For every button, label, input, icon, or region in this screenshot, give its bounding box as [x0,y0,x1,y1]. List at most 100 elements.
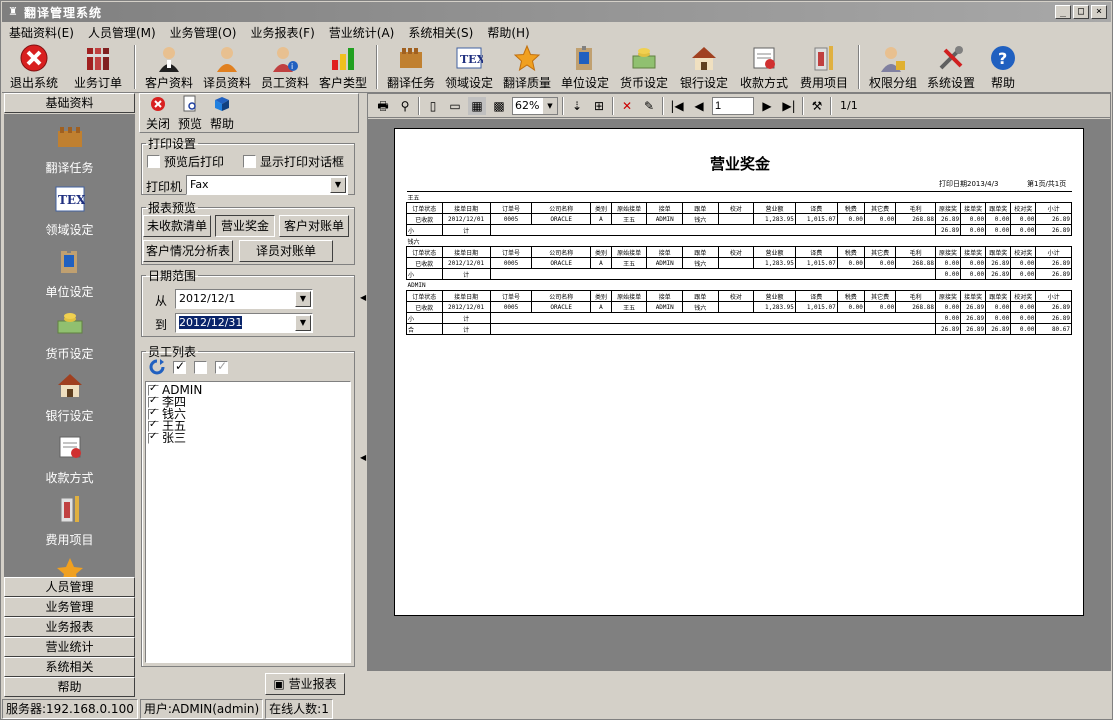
select-all-checkbox[interactable] [173,359,186,374]
employee-item[interactable]: 张三 [148,431,348,444]
show-print-dialog-checkbox[interactable]: 显示打印对话框 [243,153,344,170]
report-cell: 26.89 [1035,301,1072,313]
outline-icon[interactable]: ⇣ [568,97,586,115]
maximize-button[interactable]: □ [1073,5,1089,19]
bank-button[interactable]: 银行设定 [674,43,734,91]
report-cell: 1,015.07 [794,257,838,269]
nav-section-personnel[interactable]: 人员管理 [4,577,135,597]
report-print-date: 打印日期2013/4/3 [939,180,999,188]
unpaid-list-button[interactable]: 未收款清单 [143,215,211,237]
close-button[interactable]: 关闭 [144,94,172,132]
collapse-left-icon[interactable]: ◀ [360,293,366,302]
customer-statement-button[interactable]: 客户对账单 [279,215,349,237]
customer-analysis-button[interactable]: 客户情况分析表 [143,240,233,262]
collapse-left-icon[interactable]: ◀ [360,453,366,462]
multi-pages-icon[interactable]: ▩ [490,97,508,115]
report-cell: 26.89 [960,323,987,335]
zoom-value: 62% [515,98,540,112]
tab-sales-report[interactable]: ▣ 营业报表 [265,673,345,695]
one-page-icon[interactable]: ▯ [424,97,442,115]
from-date-picker[interactable]: 2012/12/1 ▼ [175,289,313,309]
menu-system[interactable]: 系统相关(S) [401,23,480,43]
menu-statistics[interactable]: 营业统计(A) [322,23,402,43]
nav-header-basic[interactable]: 基础资料 [4,93,135,113]
settings-button[interactable]: 系统设置 [922,43,980,91]
employee-list: ADMIN 李四 钱六 王五 张三 [145,381,351,663]
invert-selection-checkbox[interactable] [215,359,228,374]
customer-button[interactable]: 客户资料 [140,43,198,91]
order-button[interactable]: 业务订单 [66,43,130,91]
sales-bonus-button[interactable]: 营业奖金 [215,215,275,237]
design-icon[interactable]: ⚒ [808,97,826,115]
preview-button[interactable]: 预览 [176,94,204,132]
employee-button[interactable]: i 员工资料 [256,43,314,91]
panel-help-button[interactable]: 帮助 [208,94,236,132]
nav-section-help[interactable]: 帮助 [4,677,135,697]
minimize-button[interactable]: _ [1055,5,1071,19]
left-nav: 基础资料 翻译任务 TEX 领域设定 单位设定 货币设定 银行设定 收款方式 费… [4,93,135,699]
tex-icon: TEX [54,183,86,215]
exit-button[interactable]: 退出系统 [2,43,66,91]
currency-button[interactable]: 货币设定 [614,43,674,91]
last-page-icon[interactable]: ▶| [780,97,798,115]
nav-item-task[interactable]: 翻译任务 [4,114,135,176]
edit-page-icon[interactable]: ✎ [640,97,658,115]
page-number-input[interactable] [712,96,754,115]
nav-section-reports[interactable]: 业务报表 [4,617,135,637]
menu-business[interactable]: 业务管理(O) [163,23,244,43]
menu-help[interactable]: 帮助(H) [480,23,536,43]
translator-button[interactable]: 译员资料 [198,43,256,91]
report-cell: 0.00 [863,257,897,269]
translator-statement-button[interactable]: 译员对账单 [239,240,333,262]
tree-icon[interactable]: ⊞ [590,97,608,115]
find-icon[interactable]: ⚲ [396,97,414,115]
page-width-icon[interactable]: ▭ [446,97,464,115]
nav-item-payment[interactable]: 收款方式 [4,424,135,486]
menu-personnel[interactable]: 人员管理(M) [81,23,163,43]
customer-type-button[interactable]: 客户类型 [314,43,372,91]
domain-button[interactable]: TEX 领域设定 [440,43,498,91]
payment-icon [54,431,86,463]
report-cell: 校对奖 [1010,246,1037,258]
nav-section-business[interactable]: 业务管理 [4,597,135,617]
report-cell: 0.00 [1010,312,1037,324]
task-button[interactable]: 翻译任务 [382,43,440,91]
nav-item-unit[interactable]: 单位设定 [4,238,135,300]
preview-after-print-checkbox[interactable]: 预览后打印 [147,153,224,170]
prev-page-icon[interactable]: ◀ [690,97,708,115]
report-cell: 26.89 [985,268,1012,280]
help-button[interactable]: ? 帮助 [980,43,1026,91]
report-cell: 校对 [717,202,755,214]
nav-item-domain[interactable]: TEX 领域设定 [4,176,135,238]
nav-section-statistics[interactable]: 营业统计 [4,637,135,657]
print-icon[interactable]: 🖶 [374,97,392,115]
two-pages-icon[interactable]: ▦ [468,96,486,115]
unit-button[interactable]: 单位设定 [556,43,614,91]
menu-reports[interactable]: 业务报表(F) [243,23,321,43]
nav-item-bank[interactable]: 银行设定 [4,362,135,424]
nav-item-quality-partial[interactable] [4,548,135,583]
nav-section-system[interactable]: 系统相关 [4,657,135,677]
zoom-select[interactable]: 62% ▼ [512,96,558,115]
printer-select[interactable]: Fax ▼ [186,175,348,195]
report-total-row: 合计 26.89 26.89 26.89 0.00 80.67 [406,323,1072,335]
expense-button[interactable]: 费用项目 [794,43,854,91]
to-date-picker[interactable]: 2012/12/31 ▼ [175,313,313,333]
next-page-icon[interactable]: ▶ [758,97,776,115]
select-none-checkbox[interactable] [194,360,207,374]
menu-basic[interactable]: 基础资料(E) [2,23,81,43]
payment-button[interactable]: 收款方式 [734,43,794,91]
refresh-icon[interactable] [149,359,165,375]
delete-page-icon[interactable]: ✕ [618,97,636,115]
report-cell: 小计 [1035,202,1072,214]
permission-button[interactable]: 权限分组 [864,43,922,91]
nav-item-expense[interactable]: 费用项目 [4,486,135,548]
nav-item-label: 货币设定 [45,347,94,361]
quality-button[interactable]: 翻译质量 [498,43,556,91]
translator-label: 译员资料 [202,76,251,90]
panel-splitter[interactable]: ◀ ◀ [359,93,367,671]
nav-item-currency[interactable]: 货币设定 [4,300,135,362]
first-page-icon[interactable]: |◀ [668,97,686,115]
nav-item-label: 领域设定 [45,223,94,237]
close-window-button[interactable]: × [1091,5,1107,19]
